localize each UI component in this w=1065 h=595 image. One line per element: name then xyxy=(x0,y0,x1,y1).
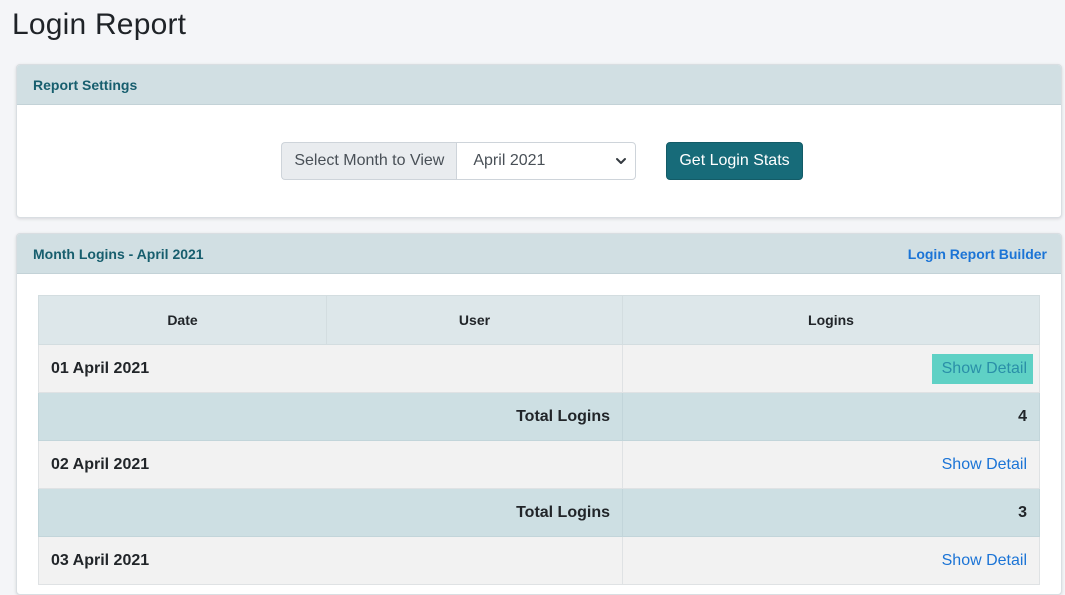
detail-cell: Show Detail xyxy=(622,344,1040,393)
report-settings-header: Report Settings xyxy=(17,65,1061,105)
column-header-logins: Logins xyxy=(622,295,1040,345)
date-cell: 01 April 2021 xyxy=(38,344,623,393)
page-title: Login Report xyxy=(12,8,187,41)
total-logins-value: 3 xyxy=(622,488,1040,537)
month-select-value: April 2021 xyxy=(473,151,546,169)
month-logins-header: Month Logins - April 2021 Login Report B… xyxy=(17,234,1061,274)
login-report-table: Date User Logins 01 April 2021 Show Deta… xyxy=(38,295,1040,585)
table-header-row: Date User Logins xyxy=(38,295,1040,345)
table-row-date: 02 April 2021 Show Detail xyxy=(38,440,1040,489)
show-detail-link[interactable]: Show Detail xyxy=(931,353,1033,384)
detail-cell: Show Detail xyxy=(622,440,1040,489)
table-row-total: Total Logins 4 xyxy=(38,392,1040,441)
month-logins-card: Month Logins - April 2021 Login Report B… xyxy=(16,233,1062,595)
report-settings-card: Report Settings Select Month to View Apr… xyxy=(16,64,1062,218)
column-header-date: Date xyxy=(38,295,327,345)
month-logins-title: Month Logins - April 2021 xyxy=(33,245,204,262)
chevron-down-icon xyxy=(616,157,627,164)
get-login-stats-button[interactable]: Get Login Stats xyxy=(666,141,803,180)
total-logins-label: Total Logins xyxy=(38,488,623,537)
date-cell: 03 April 2021 xyxy=(38,536,623,585)
table-row-total: Total Logins 3 xyxy=(38,488,1040,537)
login-report-builder-link[interactable]: Login Report Builder xyxy=(908,246,1047,262)
table-row-date: 03 April 2021 Show Detail xyxy=(38,536,1040,585)
total-logins-label: Total Logins xyxy=(38,392,623,441)
show-detail-link[interactable]: Show Detail xyxy=(932,450,1033,480)
show-detail-link[interactable]: Show Detail xyxy=(932,546,1033,576)
month-select-label: Select Month to View xyxy=(281,141,457,180)
table-row-date: 01 April 2021 Show Detail xyxy=(38,344,1040,393)
month-logins-body: Date User Logins 01 April 2021 Show Deta… xyxy=(17,274,1061,585)
month-input-group: Select Month to View April 2021 xyxy=(281,141,637,180)
report-settings-body: Select Month to View April 2021 Get Logi… xyxy=(17,105,1061,216)
month-select[interactable]: April 2021 xyxy=(456,141,637,180)
date-cell: 02 April 2021 xyxy=(38,440,623,489)
detail-cell: Show Detail xyxy=(622,536,1040,585)
column-header-user: User xyxy=(326,295,623,345)
total-logins-value: 4 xyxy=(622,392,1040,441)
report-settings-title: Report Settings xyxy=(33,76,138,93)
